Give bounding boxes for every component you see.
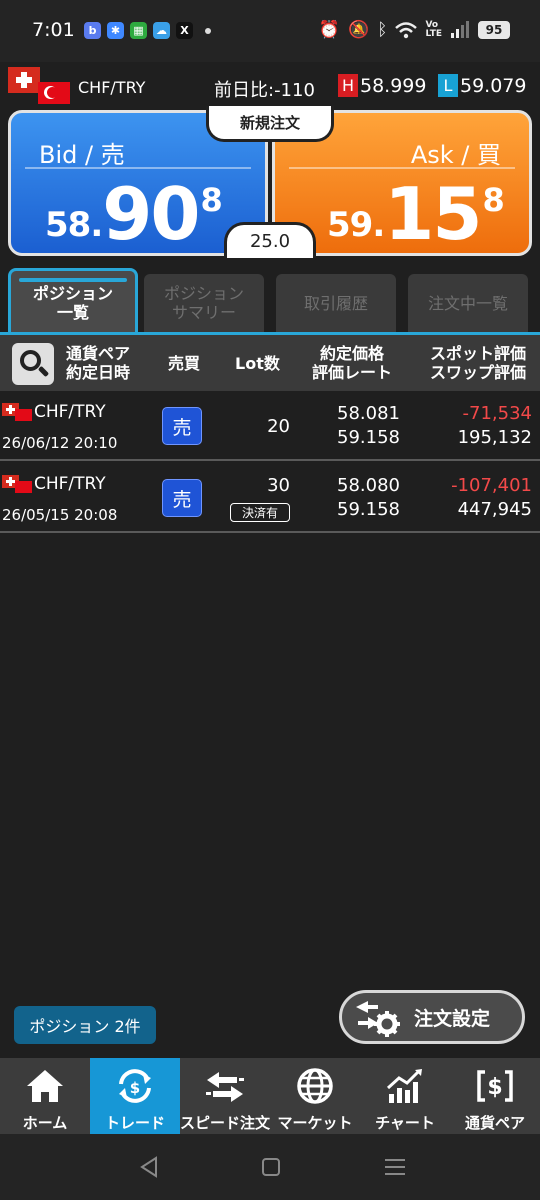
calendar-app-icon: ▦ — [130, 22, 147, 39]
status-time: 7:01 — [32, 19, 75, 41]
row-exec-price: 58.081 — [337, 403, 400, 424]
sell-badge: 売 — [162, 479, 202, 517]
speed-order-icon — [206, 1072, 244, 1102]
home-nav-icon[interactable] — [256, 1154, 286, 1180]
weather-app-icon: ☁ — [153, 22, 170, 39]
system-nav-bar — [0, 1134, 540, 1200]
alarm-icon: ⏰ — [318, 20, 341, 40]
ask-price: 59. 15 8 — [327, 172, 505, 256]
row-date: 26/05/15 20:08 — [2, 506, 118, 524]
turkey-flag-icon — [15, 409, 32, 421]
mute-icon: 🔕 — [348, 20, 370, 40]
new-order-label[interactable]: 新規注文 — [206, 106, 334, 142]
nav-home[interactable]: ホーム — [0, 1058, 90, 1134]
order-settings-label: 注文設定 — [414, 1007, 491, 1030]
nav-currency-pair[interactable]: $ 通貨ペア — [450, 1058, 540, 1134]
tab-trade-history[interactable]: 取引履歴 — [276, 274, 396, 332]
row-date: 26/06/12 20:10 — [2, 434, 118, 452]
nav-market[interactable]: マーケット — [270, 1058, 360, 1134]
pair-name[interactable]: CHF/TRY — [78, 78, 145, 97]
notification-icons: b ✱ ▦ ☁ X — [84, 22, 211, 39]
bid-price: 58. 90 8 — [45, 172, 223, 256]
col-price-rate: 約定価格 評価レート — [312, 344, 393, 382]
nav-chart[interactable]: チャート — [360, 1058, 450, 1134]
low-price: L 59.079 — [438, 74, 526, 97]
b-app-icon: b — [84, 22, 101, 39]
row-swap: 195,132 — [457, 427, 532, 448]
ask-label: Ask / 買 — [410, 141, 501, 169]
bluetooth-icon: ᛒ — [377, 20, 388, 40]
bid-label: Bid / 売 — [39, 141, 125, 169]
col-lot: Lot数 — [235, 354, 280, 373]
swiss-flag-icon — [8, 67, 40, 93]
settled-badge: 決済有 — [230, 503, 290, 522]
turkey-flag-icon — [38, 82, 70, 104]
chart-icon — [386, 1069, 422, 1103]
globe-icon — [297, 1068, 333, 1104]
table-row[interactable]: CHF/TRY 26/06/12 20:10 売 20 58.081 59.15… — [0, 391, 540, 461]
pair-header: CHF/TRY 前日比:-110 H 58.999 L 59.079 — [0, 62, 540, 108]
high-price: H 58.999 — [338, 74, 426, 97]
col-pair-date: 通貨ペア 約定日時 — [66, 344, 131, 382]
more-notifications-icon — [205, 27, 211, 34]
row-spot: -71,534 — [462, 403, 532, 424]
volte-icon: Vo LTE — [425, 20, 442, 39]
wifi-icon — [395, 22, 418, 39]
row-rate: 59.158 — [337, 499, 400, 520]
x-app-icon: X — [176, 22, 193, 39]
position-tabs: ポジション 一覧 ポジション サマリー 取引履歴 注文中一覧 — [0, 268, 540, 334]
order-settings-button[interactable]: 注文設定 — [339, 990, 525, 1044]
turkey-flag-icon — [15, 481, 32, 493]
row-exec-price: 58.080 — [337, 475, 400, 496]
row-lot: 30 — [267, 475, 290, 496]
row-lot: 20 — [267, 416, 290, 437]
battery-icon: 95 — [478, 21, 510, 39]
signal-icon — [451, 21, 469, 38]
pinwheel-app-icon: ✱ — [107, 22, 124, 39]
table-row[interactable]: CHF/TRY 26/05/15 20:08 売 30 決済有 58.080 5… — [0, 463, 540, 533]
status-bar: 7:01 b ✱ ▦ ☁ X ⏰ 🔕 ᛒ Vo LTE 95 — [0, 0, 540, 62]
row-rate: 59.158 — [337, 427, 400, 448]
row-swap: 447,945 — [457, 499, 532, 520]
currency-pair-icon: $ — [477, 1070, 513, 1102]
high-badge: H — [338, 74, 358, 97]
nav-trade[interactable]: $ トレード — [90, 1058, 180, 1134]
nav-speed-order[interactable]: スピード注文 — [180, 1058, 270, 1134]
spread-value: 25.0 — [224, 222, 316, 258]
tab-position-summary[interactable]: ポジション サマリー — [144, 274, 264, 332]
gear-arrows-icon — [356, 1001, 400, 1037]
tab-open-orders[interactable]: 注文中一覧 — [408, 274, 528, 332]
bottom-nav: ホーム $ トレード スピード注文 マーケット チャート $ 通貨ペア — [0, 1058, 540, 1134]
search-button[interactable] — [12, 343, 54, 385]
sell-badge: 売 — [162, 407, 202, 445]
svg-text:$: $ — [487, 1075, 502, 1100]
day-change: 前日比:-110 — [214, 80, 315, 101]
tab-position-list[interactable]: ポジション 一覧 — [8, 268, 138, 334]
col-spot-swap: スポット評価 スワップ評価 — [430, 344, 527, 382]
system-indicators: ⏰ 🔕 ᛒ Vo LTE 95 — [319, 20, 510, 40]
back-icon[interactable] — [134, 1154, 164, 1180]
divider — [25, 167, 251, 169]
trade-dollar-icon: $ — [119, 1069, 151, 1103]
row-pair: CHF/TRY — [34, 402, 106, 422]
col-side: 売買 — [168, 354, 201, 373]
row-pair: CHF/TRY — [34, 474, 106, 494]
table-header: 通貨ペア 約定日時 売買 Lot数 約定価格 評価レート スポット評価 スワップ… — [0, 335, 540, 391]
low-badge: L — [438, 74, 458, 97]
svg-text:$: $ — [130, 1079, 140, 1097]
recents-icon[interactable] — [380, 1154, 410, 1180]
home-icon — [27, 1070, 63, 1102]
position-count-badge[interactable]: ポジション 2件 — [14, 1006, 156, 1044]
divider — [289, 167, 515, 169]
row-spot: -107,401 — [451, 475, 532, 496]
